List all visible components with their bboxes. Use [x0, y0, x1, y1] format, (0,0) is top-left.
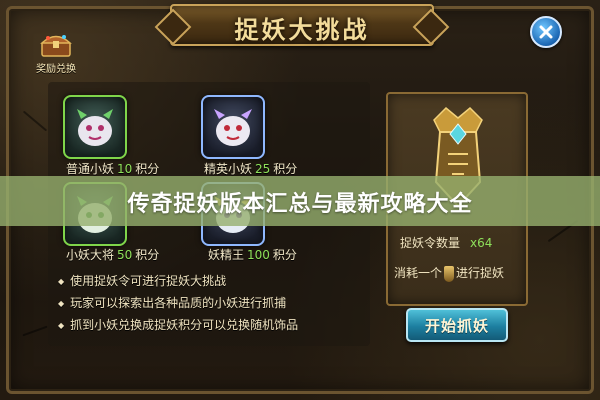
reward-exchange-label: 奖励兑换: [36, 64, 76, 75]
token-count-row: 捉妖令数量 x64: [400, 234, 492, 251]
banner-title: 传奇捉妖版本汇总与最新攻略大全: [127, 192, 473, 217]
token-count-value: x64: [470, 236, 493, 250]
rule-item: 抓到小妖兑换成捉妖积分可以兑换随机饰品: [58, 316, 298, 333]
monster-card-common[interactable]: [63, 95, 127, 159]
monster-ghost-icon: [214, 109, 252, 146]
token-count-label: 捉妖令数量: [400, 236, 461, 250]
title-plaque: 捉妖大挑战: [170, 4, 434, 46]
rule-item: 使用捉妖令可进行捉妖大挑战: [58, 272, 226, 289]
monster-card-elite[interactable]: [201, 95, 265, 159]
start-catch-label: 开始抓妖: [424, 317, 489, 335]
treasure-chest-icon: [40, 35, 72, 57]
close-button[interactable]: [530, 16, 562, 48]
demon-token-mini-icon: [444, 265, 455, 282]
reward-exchange-button[interactable]: 奖励兑换: [30, 30, 82, 78]
frame-crack: [22, 110, 48, 132]
monster-label-common: 普通小妖 10 积分: [66, 162, 160, 176]
monster-label-general: 小妖大将 50 积分: [66, 248, 160, 262]
rule-item: 玩家可以探索出各种品质的小妖进行抓捕: [58, 294, 286, 311]
monster-label-king: 妖精王 100 积分: [208, 248, 297, 262]
consume-label-post: 进行捉妖: [456, 266, 505, 280]
start-catch-button[interactable]: 开始抓妖: [406, 308, 508, 342]
monster-ghost-icon: [77, 109, 113, 146]
consume-row: 消耗一个 进行捉妖: [394, 264, 504, 282]
page-title: 捉妖大挑战: [234, 16, 370, 44]
close-icon: [539, 25, 553, 39]
monster-label-elite: 精英小妖 25 积分: [204, 162, 298, 176]
consume-label-pre: 消耗一个: [394, 266, 443, 280]
frame-crack: [22, 325, 48, 337]
headline-banner: 传奇捉妖版本汇总与最新攻略大全: [0, 176, 600, 226]
